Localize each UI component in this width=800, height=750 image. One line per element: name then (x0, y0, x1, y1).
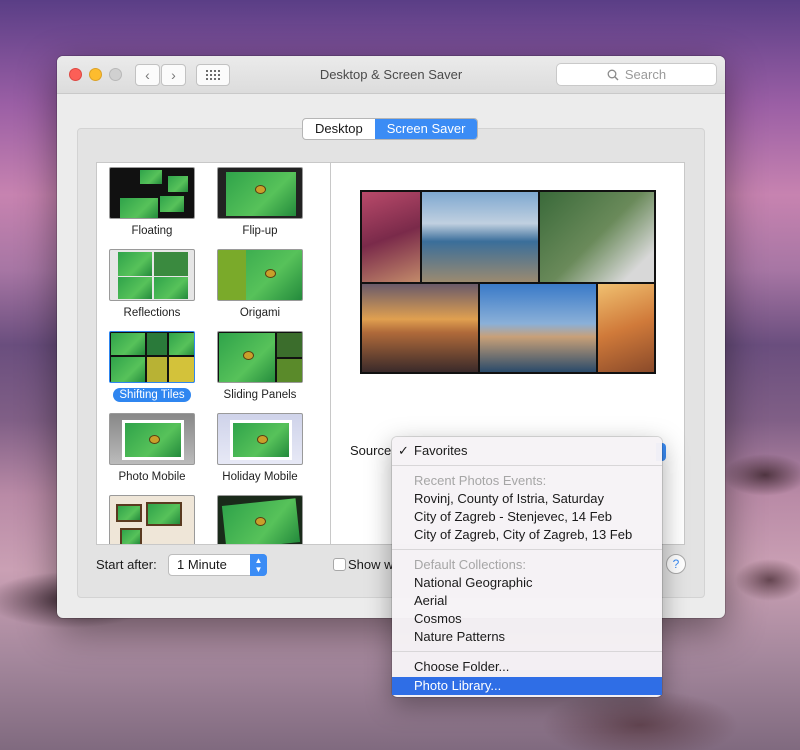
menu-item-recent-event[interactable]: City of Zagreb, City of Zagreb, 13 Feb (392, 526, 662, 544)
thumbnail (109, 167, 195, 219)
screensaver-origami[interactable]: Origami (212, 249, 308, 320)
menu-item-recent-event[interactable]: City of Zagreb - Stenjevec, 14 Feb (392, 508, 662, 526)
tab-screen-saver[interactable]: Screen Saver (374, 119, 478, 139)
menu-item-collection[interactable]: Cosmos (392, 610, 662, 628)
screensaver-label: Reflections (123, 307, 181, 319)
tab-control: Desktop Screen Saver (302, 118, 479, 140)
menu-item-choose-folder[interactable]: Choose Folder... (392, 658, 662, 676)
thumbnail (217, 331, 303, 383)
screensaver-label: Flip-up (242, 225, 278, 237)
screensaver-reflections[interactable]: Reflections (104, 249, 200, 320)
thumbnail (217, 495, 303, 544)
source-menu: ✓ Favorites Recent Photos Events: Rovinj… (392, 437, 662, 697)
photo-tile (422, 192, 538, 282)
screensaver-label: Holiday Mobile (222, 471, 298, 483)
show-clock-label: Show w (348, 557, 394, 572)
menu-item-collection[interactable]: National Geographic (392, 574, 662, 592)
checkmark-icon: ✓ (398, 443, 409, 458)
photo-tile (598, 284, 654, 372)
screensaver-vintage-prints[interactable] (104, 495, 200, 544)
updown-chevron-icon: ▲ ▼ (250, 554, 267, 576)
thumbnail (217, 249, 303, 301)
start-after-value: 1 Minute (177, 557, 227, 572)
thumbnail (217, 167, 303, 219)
show-clock-checkbox[interactable] (333, 558, 346, 571)
photo-tile (480, 284, 596, 372)
screensaver-label: Floating (131, 225, 173, 237)
photo-tile (362, 192, 420, 282)
screensaver-list[interactable]: Floating Flip-up Reflections Origami Shi… (96, 162, 331, 545)
thumbnail (217, 413, 303, 465)
help-button[interactable]: ? (666, 554, 686, 574)
thumbnail (109, 495, 195, 544)
preview-collage (360, 190, 656, 374)
screensaver-sliding-panels[interactable]: Sliding Panels (212, 331, 308, 402)
title-bar: ‹ › Desktop & Screen Saver Search (57, 56, 725, 94)
screensaver-label: Shifting Tiles (113, 388, 191, 402)
tab-desktop[interactable]: Desktop (303, 119, 375, 139)
screensaver-label: Origami (239, 307, 281, 319)
menu-item-collection[interactable]: Aerial (392, 592, 662, 610)
menu-item-label: Favorites (414, 443, 468, 458)
photo-tile (362, 284, 478, 372)
menu-item-collection[interactable]: Nature Patterns (392, 628, 662, 646)
thumbnail (109, 413, 195, 465)
screensaver-floating[interactable]: Floating (104, 167, 200, 238)
search-placeholder: Search (624, 67, 667, 82)
menu-header-default: Default Collections: (414, 557, 526, 572)
start-after-popup[interactable]: 1 Minute ▲ ▼ (168, 554, 267, 576)
photo-tile (540, 192, 654, 282)
search-icon (607, 69, 619, 80)
thumbnail (109, 249, 195, 301)
screensaver-flip-up[interactable]: Flip-up (212, 167, 308, 238)
screensaver-photo-mobile[interactable]: Photo Mobile (104, 413, 200, 484)
thumbnail (109, 331, 195, 383)
source-label: Source (350, 443, 392, 458)
screensaver-classic[interactable] (212, 495, 308, 544)
screensaver-shifting-tiles[interactable]: Shifting Tiles (104, 331, 200, 402)
menu-item-photo-library[interactable]: Photo Library... (392, 677, 662, 695)
menu-header-recent: Recent Photos Events: (414, 473, 547, 488)
start-after-label: Start after: (96, 557, 157, 572)
screensaver-label: Sliding Panels (223, 389, 297, 401)
menu-item-recent-event[interactable]: Rovinj, County of Istria, Saturday (392, 490, 662, 508)
screensaver-holiday-mobile[interactable]: Holiday Mobile (212, 413, 308, 484)
search-field[interactable]: Search (556, 63, 717, 86)
menu-item-favorites[interactable]: ✓ Favorites (392, 442, 662, 460)
screensaver-label: Photo Mobile (118, 471, 186, 483)
